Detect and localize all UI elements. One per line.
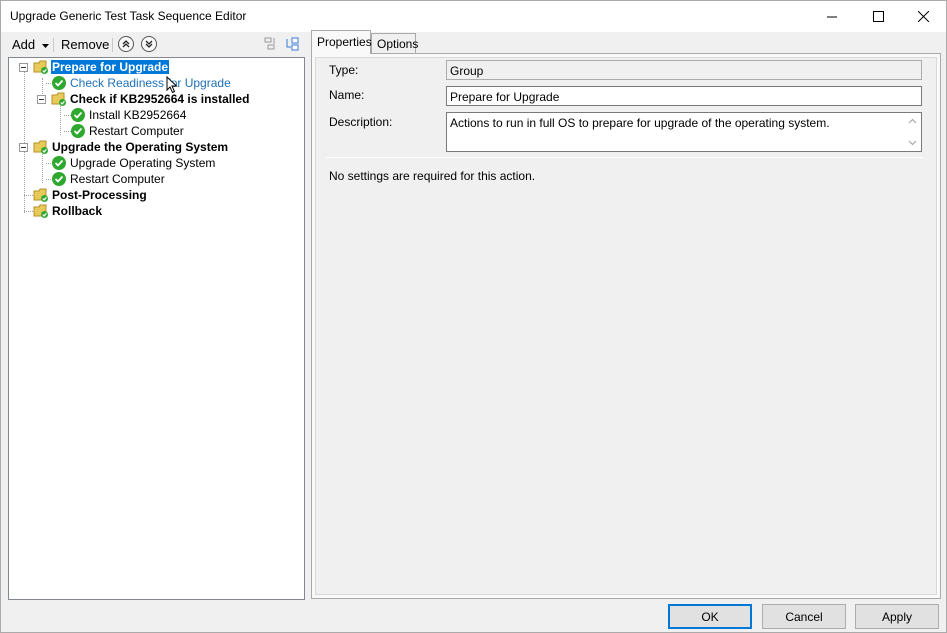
separator <box>326 157 923 158</box>
tree-item-restart-computer[interactable]: Restart Computer <box>51 171 166 187</box>
check-icon <box>71 124 85 138</box>
tree-line <box>24 70 25 213</box>
minimize-icon <box>826 16 837 18</box>
move-down-button[interactable] <box>141 36 157 52</box>
mouse-cursor-icon <box>166 76 178 94</box>
tree-item-label: Restart Computer <box>70 172 165 186</box>
tree-item-install-kb[interactable]: Install KB2952664 <box>70 107 187 123</box>
folder-check-icon <box>33 204 48 218</box>
move-up-button[interactable] <box>118 36 134 52</box>
tree-item-upgrade-os-group[interactable]: Upgrade the Operating System <box>33 139 229 155</box>
collapse-toggle[interactable] <box>19 63 28 72</box>
close-button[interactable] <box>900 1 946 32</box>
description-scrollbar[interactable] <box>904 113 921 151</box>
collapse-toggle[interactable] <box>19 143 28 152</box>
tree-item-label: Install KB2952664 <box>89 108 187 122</box>
check-icon <box>52 156 66 170</box>
remove-button[interactable]: Remove <box>61 36 109 54</box>
tree-item-upgrade-os[interactable]: Upgrade Operating System <box>51 155 216 171</box>
no-settings-note: No settings are required for this action… <box>329 169 536 183</box>
chevron-down-icon <box>41 43 49 48</box>
collapse-toggle[interactable] <box>37 95 46 104</box>
check-icon <box>71 108 85 122</box>
tree-item-prepare-for-upgrade[interactable]: Prepare for Upgrade <box>33 59 171 75</box>
folder-check-icon <box>33 188 48 202</box>
tree-item-label: Post-Processing <box>52 188 147 202</box>
apply-button[interactable]: Apply <box>855 604 939 629</box>
tree-item-label: Check Readiness for Upgrade <box>70 76 231 90</box>
folder-check-icon <box>51 92 66 106</box>
maximize-button[interactable] <box>855 1 901 32</box>
tab-options[interactable]: Options <box>371 33 418 54</box>
editor-window: Upgrade Generic Test Task Sequence Edito… <box>0 0 947 633</box>
tree-item-check-kb[interactable]: Check if KB2952664 is installed <box>51 91 250 107</box>
tree-item-rollback[interactable]: Rollback <box>33 203 103 219</box>
tree-item-label: Prepare for Upgrade <box>49 59 171 75</box>
cancel-button[interactable]: Cancel <box>762 604 846 629</box>
name-field[interactable]: Prepare for Upgrade <box>446 86 922 106</box>
tree-item-post-processing[interactable]: Post-Processing <box>33 187 148 203</box>
tree-item-check-readiness[interactable]: Check Readiness for Upgrade <box>51 75 232 91</box>
description-label: Description: <box>329 115 393 129</box>
folder-check-icon <box>33 60 48 74</box>
check-icon <box>52 76 66 90</box>
move-down-icon <box>145 40 153 48</box>
tree-item-restart-computer[interactable]: Restart Computer <box>70 123 185 139</box>
task-sequence-tree[interactable]: Prepare for Upgrade Check Readiness for … <box>8 57 305 600</box>
window-title: Upgrade Generic Test Task Sequence Edito… <box>10 9 247 23</box>
close-icon <box>917 11 929 22</box>
scroll-arrows-icon <box>908 118 917 146</box>
add-menu-button[interactable]: Add <box>12 36 49 54</box>
tab-properties[interactable]: Properties <box>311 30 372 54</box>
collapse-icon[interactable] <box>262 36 278 52</box>
minimize-button[interactable] <box>809 1 855 32</box>
tree-item-label: Restart Computer <box>89 124 184 138</box>
type-label: Type: <box>329 63 359 77</box>
tree-line <box>42 151 43 183</box>
title-bar: Upgrade Generic Test Task Sequence Edito… <box>1 1 946 32</box>
maximize-icon <box>872 11 884 22</box>
expand-icon[interactable] <box>284 36 300 52</box>
folder-check-icon <box>33 140 48 154</box>
type-field: Group <box>446 60 922 80</box>
ok-button[interactable]: OK <box>668 604 752 629</box>
toolbar-separator <box>112 38 113 52</box>
tree-item-label: Check if KB2952664 is installed <box>70 92 250 106</box>
name-label: Name: <box>329 88 365 102</box>
tree-item-label: Rollback <box>52 204 103 218</box>
description-field[interactable]: Actions to run in full OS to prepare for… <box>446 112 922 152</box>
toolbar-separator <box>53 38 54 52</box>
tree-toolbar: Add Remove <box>8 34 305 56</box>
tree-item-label: Upgrade the Operating System <box>52 140 229 154</box>
tree-line <box>60 103 61 135</box>
add-label: Add <box>12 37 36 52</box>
move-up-icon <box>122 40 130 48</box>
description-text: Actions to run in full OS to prepare for… <box>450 116 830 130</box>
tree-item-label: Upgrade Operating System <box>70 156 216 170</box>
check-icon <box>52 172 66 186</box>
